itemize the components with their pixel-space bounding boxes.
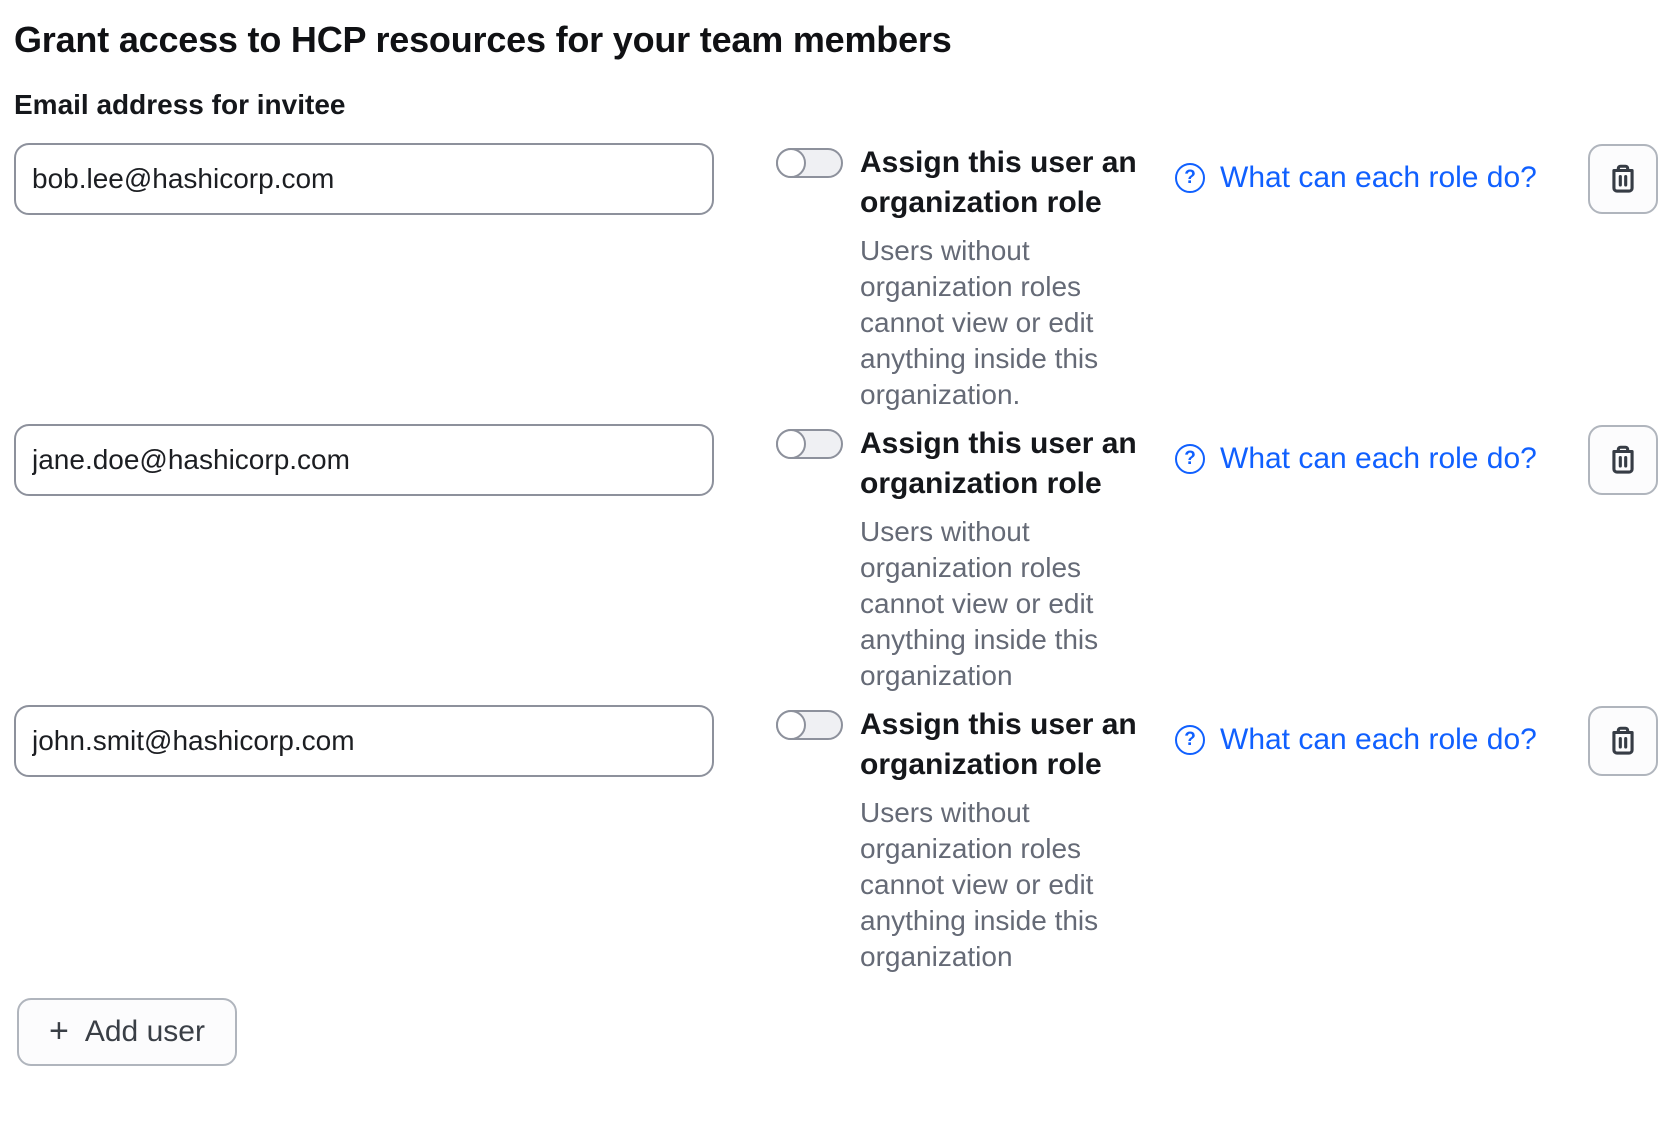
invitee-row: Assign this user an organization role Us… — [14, 424, 1658, 694]
org-role-toggle[interactable] — [776, 148, 843, 178]
delete-invitee-button[interactable] — [1588, 425, 1658, 495]
add-user-button[interactable]: + Add user — [17, 998, 237, 1066]
question-circle-icon: ? — [1175, 444, 1205, 474]
plus-icon: + — [49, 1014, 69, 1048]
role-info-link-label: What can each role do? — [1220, 721, 1537, 759]
role-helper-text: Users without organization roles cannot … — [860, 233, 1145, 413]
org-role-toggle[interactable] — [776, 710, 843, 740]
role-helper-text: Users without organization roles cannot … — [860, 795, 1145, 975]
assign-role-column: Assign this user an organization role Us… — [860, 143, 1145, 413]
email-field-label: Email address for invitee — [14, 88, 1658, 122]
role-link-column: ? What can each role do? — [1175, 159, 1588, 197]
role-link-column: ? What can each role do? — [1175, 440, 1588, 478]
assign-role-label: Assign this user an organization role — [860, 705, 1145, 785]
question-circle-icon: ? — [1175, 163, 1205, 193]
role-info-link-label: What can each role do? — [1220, 440, 1537, 478]
email-input[interactable] — [14, 705, 714, 777]
invitee-row: Assign this user an organization role Us… — [14, 705, 1658, 975]
email-input[interactable] — [14, 424, 714, 496]
role-info-link[interactable]: ? What can each role do? — [1175, 159, 1537, 197]
role-helper-text: Users without organization roles cannot … — [860, 514, 1145, 694]
assign-role-column: Assign this user an organization role Us… — [860, 424, 1145, 694]
invitee-row: Assign this user an organization role Us… — [14, 143, 1658, 413]
trash-icon — [1606, 724, 1640, 758]
email-input[interactable] — [14, 143, 714, 215]
invitee-rows: Assign this user an organization role Us… — [14, 143, 1658, 975]
page-title: Grant access to HCP resources for your t… — [14, 18, 1658, 62]
trash-icon — [1606, 443, 1640, 477]
toggle-knob — [776, 710, 806, 740]
org-role-toggle[interactable] — [776, 429, 843, 459]
toggle-knob — [776, 429, 806, 459]
question-circle-icon: ? — [1175, 725, 1205, 755]
toggle-knob — [776, 148, 806, 178]
delete-invitee-button[interactable] — [1588, 144, 1658, 214]
role-info-link[interactable]: ? What can each role do? — [1175, 440, 1537, 478]
trash-icon — [1606, 162, 1640, 196]
assign-role-label: Assign this user an organization role — [860, 143, 1145, 223]
delete-invitee-button[interactable] — [1588, 706, 1658, 776]
add-user-label: Add user — [85, 1015, 205, 1049]
role-info-link[interactable]: ? What can each role do? — [1175, 721, 1537, 759]
role-link-column: ? What can each role do? — [1175, 721, 1588, 759]
role-info-link-label: What can each role do? — [1220, 159, 1537, 197]
assign-role-label: Assign this user an organization role — [860, 424, 1145, 504]
assign-role-column: Assign this user an organization role Us… — [860, 705, 1145, 975]
